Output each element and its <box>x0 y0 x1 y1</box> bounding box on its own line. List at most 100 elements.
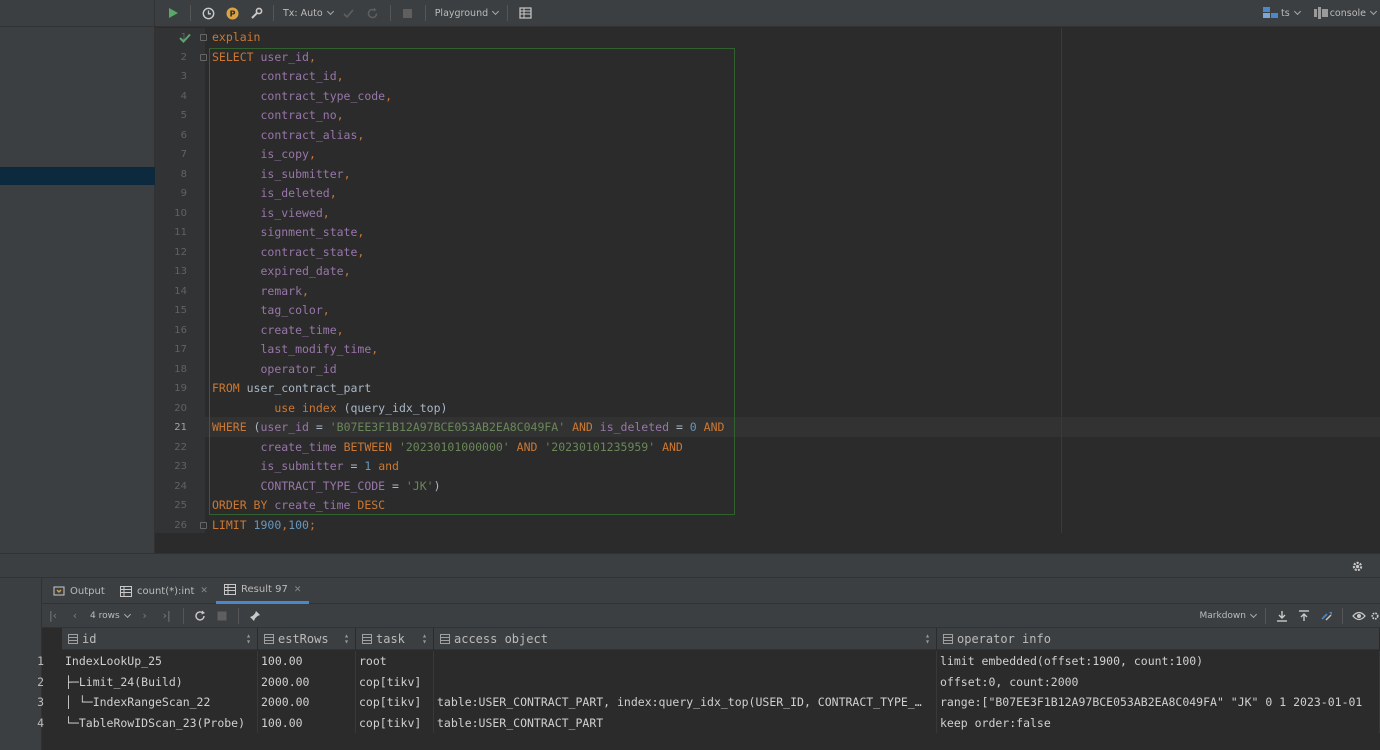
table-cell[interactable] <box>434 651 937 672</box>
result-grid[interactable]: id ▴ ▾ estRows ▴ ▾ task ▴ ▾ access object ▴ ▾ operat… <box>37 628 1380 750</box>
settings-wrench-icon[interactable] <box>246 3 266 23</box>
column-header[interactable]: id ▴ ▾ <box>62 628 258 650</box>
settings-icon[interactable] <box>1370 606 1380 626</box>
table-cell[interactable]: ├─Limit_24(Build) <box>62 671 258 692</box>
table-cell[interactable]: offset:0, count:2000 <box>937 671 1380 692</box>
close-icon[interactable]: ✕ <box>294 585 302 595</box>
table-cell[interactable]: 100.00 <box>258 712 356 733</box>
gear-icon[interactable] <box>1351 560 1364 573</box>
table-cell[interactable]: └─TableRowIDScan_23(Probe) <box>62 712 258 733</box>
download-icon[interactable] <box>1271 606 1293 626</box>
commit-icon[interactable] <box>339 3 359 23</box>
code-line[interactable]: tag_color, <box>212 301 330 321</box>
pin-tab-icon[interactable] <box>244 606 266 626</box>
sort-icon[interactable]: ▴ ▾ <box>925 632 930 646</box>
sql-editor[interactable]: 1 2 3 4 5 6 7 8 9 10 11 12 13 14 15 16 17 18 19 20 21 22 23 24 2… <box>155 28 1380 533</box>
rows-count-dropdown[interactable]: 4 rows <box>86 610 134 621</box>
table-row[interactable]: 4 └─TableRowIDScan_23(Probe) 100.00 cop[tik… <box>37 712 1380 733</box>
tab-count-result[interactable]: count(*):int ✕ <box>112 578 216 604</box>
view-eye-icon[interactable] <box>1348 606 1370 626</box>
column-header[interactable]: estRows ▴ ▾ <box>258 628 356 650</box>
project-tree-selected-item[interactable] <box>0 167 155 185</box>
playground-dropdown[interactable]: Playground <box>431 8 502 19</box>
table-cell[interactable]: limit embedded(offset:1900, count:100) <box>937 651 1380 672</box>
code-token: , <box>322 303 330 317</box>
code-line[interactable]: is_submitter, <box>212 165 350 185</box>
code-line[interactable]: contract_type_code, <box>212 87 392 107</box>
table-cell[interactable]: table:USER_CONTRACT_PART <box>434 712 937 733</box>
stop-icon[interactable] <box>398 3 418 23</box>
code-line[interactable]: is_deleted, <box>212 184 336 204</box>
table-view-icon[interactable] <box>515 3 535 23</box>
run-icon[interactable] <box>163 3 183 23</box>
table-cell[interactable]: cop[tikv] <box>356 692 434 713</box>
table-cell[interactable]: table:USER_CONTRACT_PART, index:query_id… <box>434 692 937 713</box>
sort-icon[interactable]: ▴ ▾ <box>246 632 251 646</box>
code-line[interactable]: explain <box>212 28 260 48</box>
code-line[interactable]: contract_no, <box>212 106 343 126</box>
sort-icon[interactable]: ▴ ▾ <box>422 632 427 646</box>
table-cell[interactable]: 100.00 <box>258 651 356 672</box>
console-selector[interactable]: console <box>1310 7 1380 19</box>
table-cell[interactable]: keep order:false <box>937 712 1380 733</box>
table-cell[interactable]: IndexLookUp_25 <box>62 651 258 672</box>
column-header[interactable]: access object ▴ ▾ <box>434 628 937 650</box>
code-line[interactable]: LIMIT 1900,100; <box>212 516 316 534</box>
table-cell[interactable]: 2000.00 <box>258 692 356 713</box>
table-row[interactable]: 1 IndexLookUp_25 100.00 root limit embedded(… <box>37 651 1380 672</box>
sort-icon[interactable]: ▴ ▾ <box>344 632 349 646</box>
code-line[interactable]: is_copy, <box>212 145 315 165</box>
code-line[interactable]: expired_date, <box>212 262 350 282</box>
explain-plan-icon[interactable]: P <box>222 3 242 23</box>
code-line[interactable]: contract_alias, <box>212 126 364 146</box>
export-format-dropdown[interactable]: Markdown <box>1196 610 1260 621</box>
code-line[interactable]: ORDER BY create_time DESC <box>212 496 385 516</box>
table-cell[interactable]: range:["B07EE3F1B12A97BCE053AB2EA8C049FA… <box>937 692 1380 713</box>
code-line[interactable]: contract_state, <box>212 243 364 263</box>
code-line[interactable]: CONTRACT_TYPE_CODE = 'JK') <box>212 477 440 497</box>
table-cell[interactable]: cop[tikv] <box>356 671 434 692</box>
schema-selector[interactable]: ts <box>1259 7 1304 19</box>
code-line[interactable]: is_viewed, <box>212 204 329 224</box>
transaction-mode-dropdown[interactable]: Tx: Auto <box>279 8 337 19</box>
table-cell[interactable]: cop[tikv] <box>356 712 434 733</box>
code-line[interactable]: signment_state, <box>212 223 364 243</box>
code-line[interactable]: contract_id, <box>212 67 343 87</box>
code-line[interactable]: FROM user_contract_part <box>212 379 371 399</box>
fold-marker-icon[interactable] <box>200 34 207 41</box>
table-cell[interactable]: │ └─IndexRangeScan_22 <box>62 692 258 713</box>
code-line[interactable]: SELECT user_id, <box>212 48 316 68</box>
tab-output[interactable]: Output <box>45 578 113 604</box>
table-row[interactable]: 3 │ └─IndexRangeScan_22 2000.00 cop[tikv] ta… <box>37 692 1380 713</box>
close-icon[interactable]: ✕ <box>200 586 208 596</box>
code-line[interactable]: operator_id <box>212 360 336 380</box>
table-cell[interactable]: 2000.00 <box>258 671 356 692</box>
tab-result-97[interactable]: Result 97 ✕ <box>216 578 310 604</box>
code-line[interactable]: last_modify_time, <box>212 340 378 360</box>
code-line[interactable]: create_time, <box>212 321 343 341</box>
column-header[interactable]: operator info <box>937 628 1380 650</box>
upload-icon[interactable] <box>1293 606 1315 626</box>
history-icon[interactable] <box>198 3 218 23</box>
fold-marker-icon[interactable] <box>200 53 207 61</box>
column-header[interactable]: task ▴ ▾ <box>356 628 434 650</box>
code-line[interactable]: use index (query_idx_top) <box>212 399 447 419</box>
rollback-icon[interactable] <box>363 3 383 23</box>
code-line[interactable]: WHERE (user_id = 'B07EE3F1B12A97BCE053AB… <box>212 418 724 438</box>
compare-icon[interactable] <box>1315 606 1337 626</box>
code-line[interactable]: remark, <box>212 282 308 302</box>
code-line[interactable]: create_time BETWEEN '20230101000000' AND… <box>212 438 682 458</box>
refresh-icon[interactable] <box>189 606 211 626</box>
table-cell[interactable]: root <box>356 651 434 672</box>
first-page-icon[interactable]: |‹ <box>42 606 64 626</box>
previous-page-icon[interactable]: ‹ <box>64 606 86 626</box>
code-line[interactable]: is_submitter = 1 and <box>212 457 399 477</box>
table-cell[interactable] <box>434 671 937 692</box>
last-page-icon[interactable]: ›| <box>156 606 178 626</box>
table-row[interactable]: 2 ├─Limit_24(Build) 2000.00 cop[tikv] offset… <box>37 671 1380 692</box>
next-page-icon[interactable]: › <box>134 606 156 626</box>
cancel-query-icon[interactable] <box>211 606 233 626</box>
fold-marker-icon[interactable] <box>200 521 207 529</box>
